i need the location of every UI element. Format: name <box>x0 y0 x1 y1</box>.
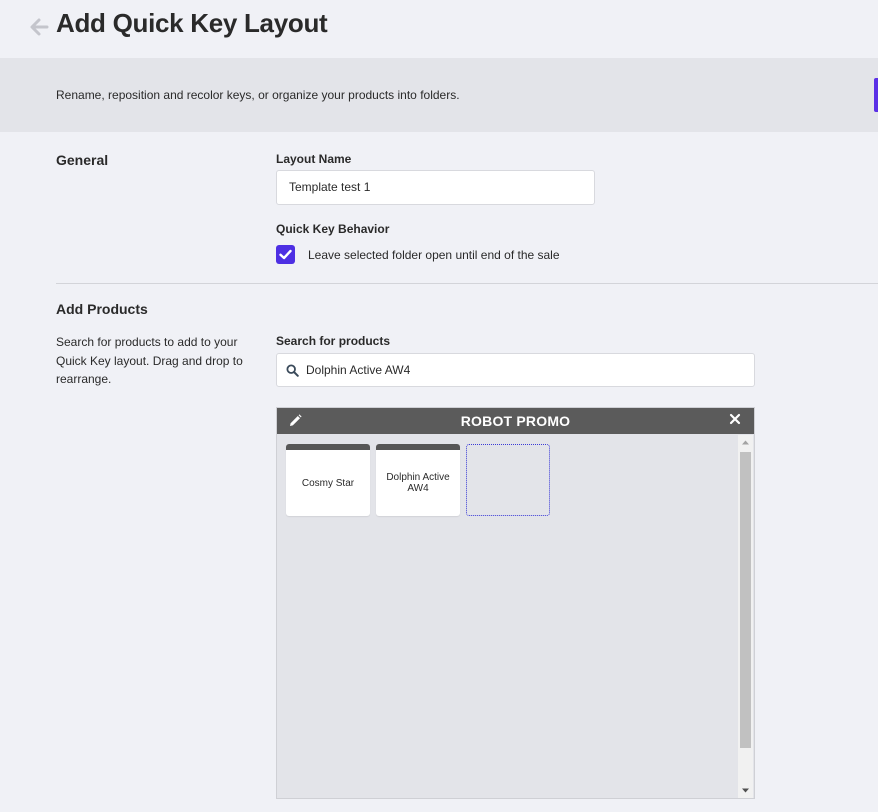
search-value: Dolphin Active AW4 <box>306 363 411 377</box>
banner-action-edge[interactable] <box>874 78 878 112</box>
folder-header: ROBOT PROMO <box>277 408 754 434</box>
add-products-heading: Add Products <box>56 301 148 317</box>
close-icon[interactable] <box>728 412 742 426</box>
search-icon <box>286 364 299 377</box>
leave-folder-open-checkbox[interactable] <box>276 245 295 264</box>
scroll-up-icon[interactable] <box>738 435 753 450</box>
quick-key-behavior-label: Quick Key Behavior <box>276 222 390 236</box>
leave-folder-open-label[interactable]: Leave selected folder open until end of … <box>308 248 560 262</box>
banner-text: Rename, reposition and recolor keys, or … <box>56 88 460 102</box>
layout-name-label: Layout Name <box>276 152 352 166</box>
checkmark-icon <box>279 249 292 260</box>
general-heading: General <box>56 152 109 168</box>
arrow-left-icon[interactable] <box>28 16 50 38</box>
scroll-down-icon[interactable] <box>738 783 753 798</box>
info-banner: Rename, reposition and recolor keys, or … <box>0 58 878 132</box>
scroll-thumb[interactable] <box>740 452 751 748</box>
quick-key-dolphin-active-aw4[interactable]: Dolphin Active AW4 <box>376 444 460 516</box>
quick-key-label: Cosmy Star <box>301 477 355 489</box>
section-divider <box>56 283 878 284</box>
folder-panel: ROBOT PROMO Cosmy Star Dolphin Active AW… <box>276 407 755 799</box>
empty-key-slot[interactable] <box>466 444 550 516</box>
add-products-description: Search for products to add to your Quick… <box>56 335 243 386</box>
search-products-input[interactable]: Dolphin Active AW4 <box>276 353 755 387</box>
page-header: Add Quick Key Layout <box>0 0 878 58</box>
page: Add Quick Key Layout Rename, reposition … <box>0 0 878 812</box>
quick-key-label: Dolphin Active AW4 <box>386 472 450 494</box>
folder-title: ROBOT PROMO <box>460 413 571 429</box>
search-products-label: Search for products <box>276 334 391 348</box>
layout-name-input[interactable]: Template test 1 <box>276 170 595 205</box>
folder-scrollbar[interactable] <box>738 435 753 798</box>
quick-key-cosmy-star[interactable]: Cosmy Star <box>286 444 370 516</box>
page-title: Add Quick Key Layout <box>56 8 328 38</box>
